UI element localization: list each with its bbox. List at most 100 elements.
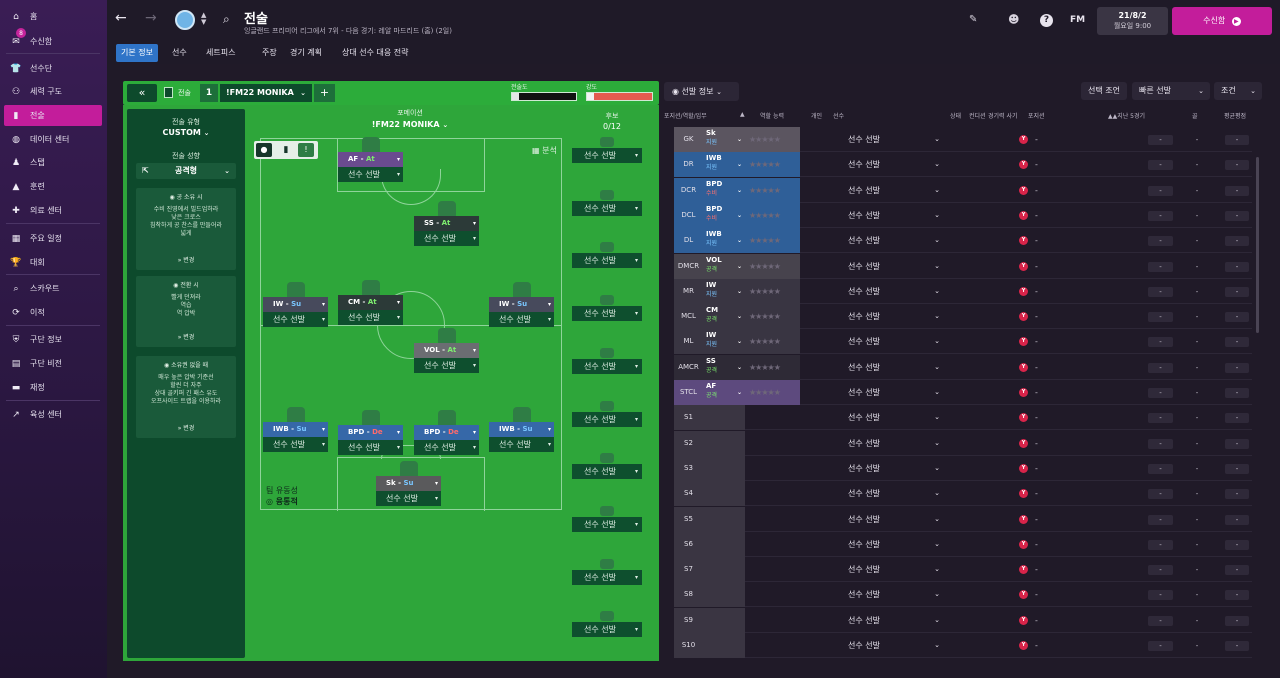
sidebar-item-10[interactable]: 🏆 대회	[4, 252, 102, 273]
quick-pick-button[interactable]: 빠른 선발 ⌄	[1132, 82, 1210, 100]
row-player-dropdown[interactable]: 선수 선발 ⌄	[848, 557, 940, 582]
sub-slot[interactable]: 선수 선발 ▾	[572, 558, 642, 589]
col-position[interactable]: 포지션/역할/임무	[664, 111, 707, 120]
role-duty-dropdown[interactable]: BPD - De ▾	[414, 425, 479, 440]
sub-slot[interactable]: 선수 선발 ▾	[572, 453, 642, 483]
position-slot[interactable]: IW - Su ▾ 선수 선발 ▾	[263, 297, 328, 327]
sub-select-dropdown[interactable]: 선수 선발 ▾	[572, 411, 642, 427]
sidebar-item-4[interactable]: ▮ 전술	[4, 105, 102, 126]
role-duty-dropdown[interactable]: BPD - De ▾	[338, 425, 403, 440]
position-slot[interactable]: SS - At ▾ 선수 선발 ▾	[414, 216, 479, 246]
style-dropdown[interactable]: CUSTOM ⌄	[127, 128, 245, 137]
col-status[interactable]: 상태	[950, 111, 961, 120]
table-row[interactable]: S4 선수 선발 ⌄ Y - - - -	[674, 481, 1252, 507]
table-row[interactable]: S7 선수 선발 ⌄ Y - - - -	[674, 557, 1252, 583]
in-possession-card[interactable]: ◉ 공 소유 시 수비 진영에서 빌드업하라 낮은 크로스 침착하게 공 찬스를…	[136, 188, 236, 270]
table-row[interactable]: S8 선수 선발 ⌄ Y - - - -	[674, 582, 1252, 608]
col-player[interactable]: 선수	[833, 111, 844, 120]
role-duty-dropdown[interactable]: CM - At ▾	[338, 295, 403, 310]
row-player-dropdown[interactable]: 선수 선발 ⌄	[848, 152, 940, 177]
position-slot[interactable]: BPD - De ▾ 선수 선발 ▾	[414, 425, 479, 455]
role-duty-dropdown[interactable]: IWB - Su ▾	[489, 422, 554, 437]
table-row[interactable]: DMCR VOL 공격 ⌄ ★★★★★ 선수 선발 ⌄ Y - - - -	[674, 253, 1252, 279]
subnav-tab-4[interactable]: 경기 계획	[285, 44, 327, 62]
role-duty-dropdown[interactable]: AF - At ▾	[338, 152, 403, 167]
table-row[interactable]: DCL BPD 수비 ⌄ ★★★★★ 선수 선발 ⌄ Y - - - -	[674, 202, 1252, 228]
row-player-dropdown[interactable]: 선수 선발 ⌄	[848, 127, 940, 152]
table-scrollbar[interactable]	[1256, 157, 1259, 333]
sub-slot[interactable]: 선수 선발 ▾	[572, 505, 642, 536]
col-last5[interactable]: ▲▲지난 5경기	[1108, 111, 1145, 120]
sidebar-item-6[interactable]: ♟ 스탭	[4, 152, 102, 173]
sidebar-item-3[interactable]: ⚇ 세력 구도	[4, 81, 102, 102]
row-player-dropdown[interactable]: 선수 선발 ⌄	[848, 532, 940, 557]
club-switch-icon[interactable]: ▲ ▼	[201, 12, 206, 26]
col-match-sharpness[interactable]: 경기력 사기	[988, 111, 1018, 120]
table-row[interactable]: S5 선수 선발 ⌄ Y - - - -	[674, 506, 1252, 532]
subnav-tab-5[interactable]: 상대 선수 대응 전략	[337, 44, 414, 62]
sub-slot[interactable]: 선수 선발 ▾	[572, 242, 642, 272]
row-player-dropdown[interactable]: 선수 선발 ⌄	[848, 329, 940, 354]
sidebar-item-12[interactable]: ⟳ 이적	[4, 302, 102, 323]
row-player-dropdown[interactable]: 선수 선발 ⌄	[848, 608, 940, 633]
player-select-dropdown[interactable]: 선수 선발 ▾	[263, 437, 328, 452]
col-goals[interactable]: 골	[1192, 111, 1198, 120]
selection-info-dropdown[interactable]: ◉ 선발 정보 ⌄	[664, 82, 739, 101]
table-row[interactable]: S9 선수 선발 ⌄ Y - - - -	[674, 607, 1252, 633]
sub-slot[interactable]: 선수 선발 ▾	[572, 400, 642, 431]
row-role-dropdown[interactable]: CM 공격 ⌄	[703, 304, 745, 330]
row-role-dropdown[interactable]: IWB 지원 ⌄	[703, 152, 745, 178]
row-player-dropdown[interactable]: 선수 선발 ⌄	[848, 178, 940, 203]
row-player-dropdown[interactable]: 선수 선발 ⌄	[848, 431, 940, 456]
date-display[interactable]: 21/8/2 월요일 9:00	[1097, 7, 1168, 35]
social-feed-icon[interactable]: ☻	[1008, 13, 1019, 26]
player-select-dropdown[interactable]: 선수 선발 ▾	[263, 312, 328, 327]
subnav-tab-1[interactable]: 선수	[167, 44, 192, 62]
subnav-tab-3[interactable]: 주장	[257, 44, 282, 62]
sidebar-item-11[interactable]: ⌕ 스카우트	[4, 278, 102, 299]
instructions-view-icon[interactable]: !	[298, 143, 314, 157]
table-row[interactable]: STCL AF 공격 ⌄ ★★★★★ 선수 선발 ⌄ Y - - - -	[674, 380, 1252, 405]
sidebar-item-8[interactable]: ✚ 의료 센터	[4, 200, 102, 221]
search-icon[interactable]: ⌕	[223, 12, 230, 27]
sidebar-item-14[interactable]: ▤ 구단 비전	[4, 353, 102, 374]
formation-dropdown[interactable]: !FM22 MONIKA ⌄	[350, 120, 470, 129]
row-role-dropdown[interactable]: VOL 공격 ⌄	[703, 253, 745, 279]
row-player-dropdown[interactable]: 선수 선발 ⌄	[848, 582, 940, 607]
sub-select-dropdown[interactable]: 선수 선발 ▾	[572, 200, 642, 216]
continue-button[interactable]: 수신함 ▶	[1172, 7, 1272, 35]
sidebar-item-15[interactable]: ▬ 재정	[4, 377, 102, 398]
player-select-dropdown[interactable]: 선수 선발 ▾	[489, 437, 554, 452]
row-player-dropdown[interactable]: 선수 선발 ⌄	[848, 456, 940, 481]
player-select-dropdown[interactable]: 선수 선발 ▾	[338, 310, 403, 325]
table-row[interactable]: S1 선수 선발 ⌄ Y - - - -	[674, 405, 1252, 431]
sub-slot[interactable]: 선수 선발 ▾	[572, 347, 642, 378]
sub-select-dropdown[interactable]: 선수 선발 ▾	[572, 253, 642, 269]
club-crest-icon[interactable]	[175, 10, 195, 30]
role-duty-dropdown[interactable]: Sk - Su ▾	[376, 476, 441, 491]
tactic-name-dropdown[interactable]: !FM22 MONIKA ⌄	[220, 84, 312, 102]
sidebar-item-1[interactable]: ✉ 수신함 8	[4, 28, 102, 52]
position-slot[interactable]: IWB - Su ▾ 선수 선발 ▾	[263, 422, 328, 452]
sub-select-dropdown[interactable]: 선수 선발 ▾	[572, 516, 642, 532]
fm-menu-button[interactable]: FM	[1070, 15, 1085, 25]
transition-card[interactable]: ◉ 전환 시 빨게 던져라 역습 역 압박 » 변경	[136, 276, 236, 347]
position-slot[interactable]: IWB - Su ▾ 선수 선발 ▾	[489, 422, 554, 452]
player-select-dropdown[interactable]: 선수 선발 ▾	[338, 167, 403, 182]
sidebar-item-16[interactable]: ↗ 육성 센터	[4, 404, 102, 425]
table-row[interactable]: DR IWB 지원 ⌄ ★★★★★ 선수 선발 ⌄ Y - - - -	[674, 152, 1252, 178]
row-role-dropdown[interactable]: AF 공격 ⌄	[703, 380, 745, 405]
row-role-dropdown[interactable]: IWB 지원 ⌄	[703, 228, 745, 254]
position-slot[interactable]: IW - Su ▾ 선수 선발 ▾	[489, 297, 554, 327]
row-role-dropdown[interactable]: IW 지원 ⌄	[703, 278, 745, 304]
row-player-dropdown[interactable]: 선수 선발 ⌄	[848, 304, 940, 329]
sub-select-dropdown[interactable]: 선수 선발 ▾	[572, 358, 642, 374]
sub-slot[interactable]: 선수 선발 ▾	[572, 611, 642, 641]
sub-slot[interactable]: 선수 선발 ▾	[572, 189, 642, 220]
role-duty-dropdown[interactable]: IWB - Su ▾	[263, 422, 328, 437]
collapse-panel-button[interactable]: «	[127, 84, 157, 102]
player-select-dropdown[interactable]: 선수 선발 ▾	[414, 440, 479, 455]
select-advice-button[interactable]: 선택 조언	[1081, 82, 1127, 100]
subnav-tab-0[interactable]: 기본 정보	[116, 44, 158, 62]
table-row[interactable]: S2 선수 선발 ⌄ Y - - - -	[674, 430, 1252, 456]
